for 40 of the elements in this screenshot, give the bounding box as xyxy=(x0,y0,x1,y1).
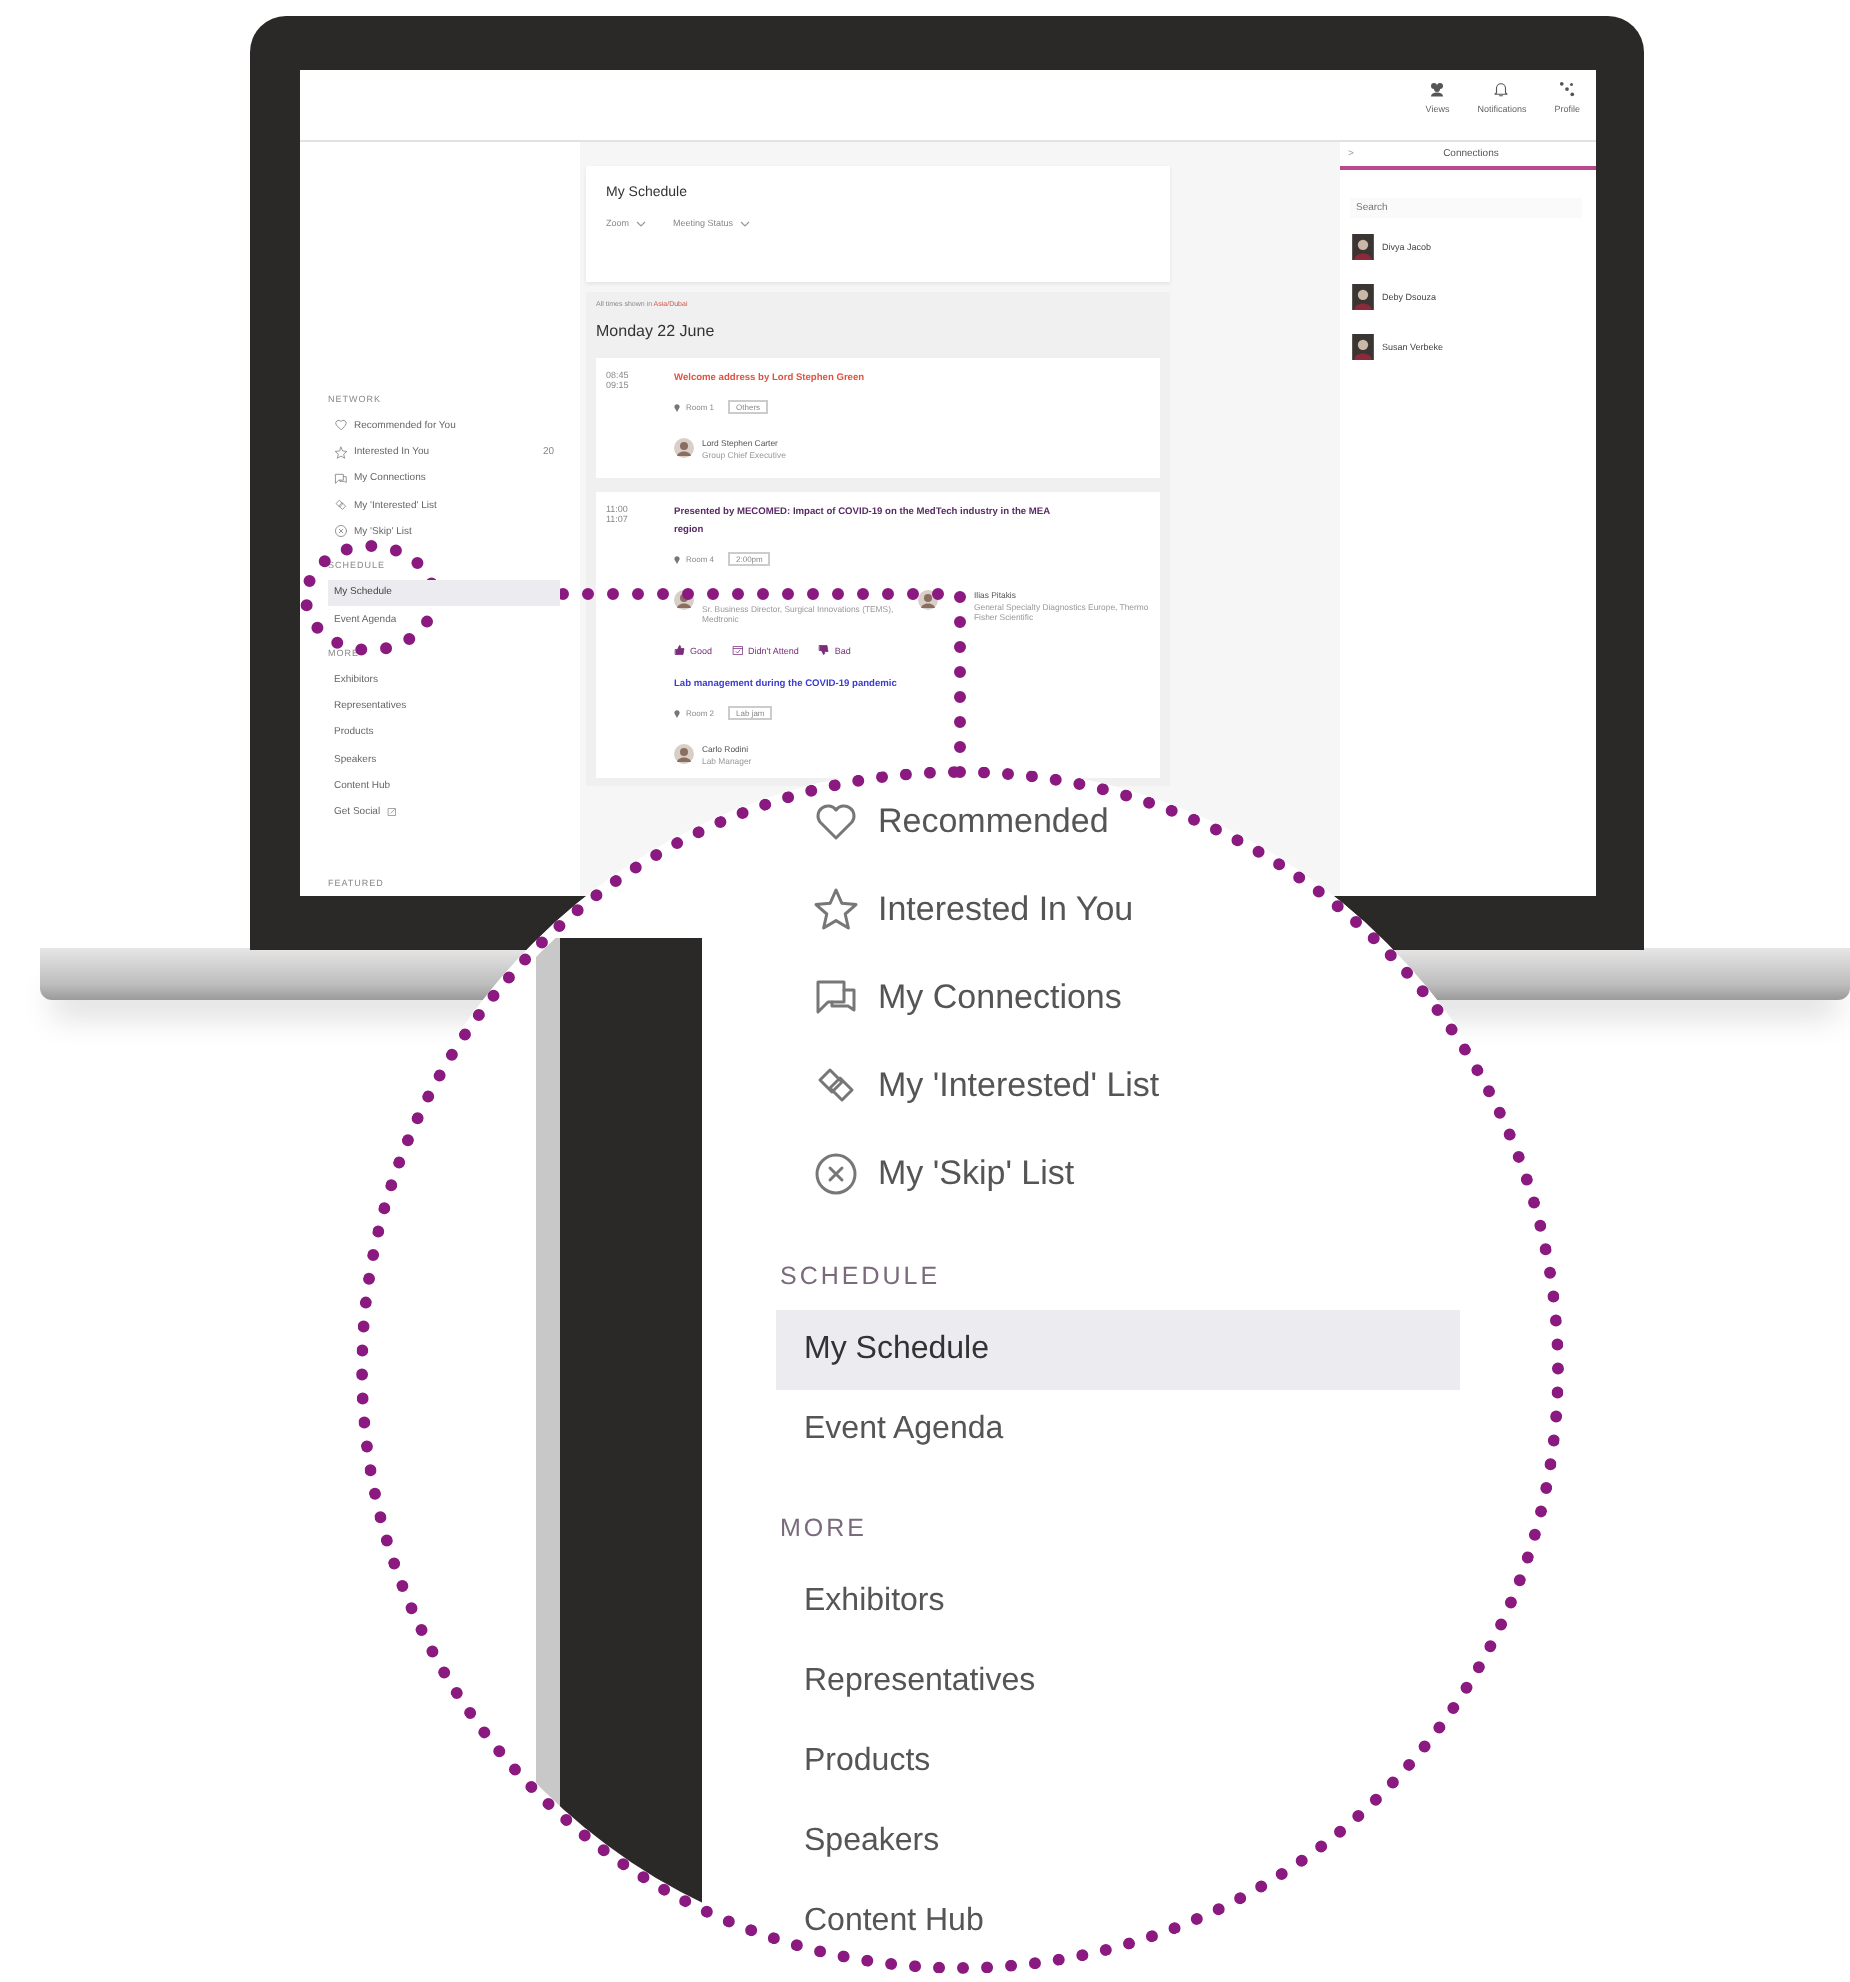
avatar xyxy=(1352,334,1374,360)
sidebar-item[interactable]: Recommended xyxy=(776,778,1460,866)
sidebar-item[interactable]: Content Hub xyxy=(776,1882,1460,1962)
sidebar-item[interactable]: Representatives xyxy=(776,1642,1460,1722)
sidebar-item[interactable]: Interested In You xyxy=(776,866,1460,954)
close-circle-icon xyxy=(334,524,348,539)
section-heading: MORE xyxy=(778,1512,869,1546)
avatar xyxy=(1352,234,1374,260)
pin-icon xyxy=(674,403,680,412)
sidebar-item[interactable]: Event Agenda xyxy=(776,1390,1460,1470)
people-icon xyxy=(1428,80,1447,98)
bell-icon xyxy=(1492,80,1511,98)
sidebar-item[interactable]: Products xyxy=(776,1722,1460,1802)
external-link-icon xyxy=(386,806,399,819)
sidebar-item[interactable]: My 'Skip' List xyxy=(776,1130,1460,1218)
sidebar-item[interactable]: Exhibitors xyxy=(776,1562,1460,1642)
chevron-down-icon xyxy=(635,219,646,227)
thumbs-down-icon xyxy=(818,644,831,657)
sidebar-item[interactable]: My Schedule xyxy=(776,1310,1460,1390)
chat-bubbles-icon xyxy=(334,471,348,486)
calendar-check-icon xyxy=(732,644,745,657)
avatar xyxy=(674,590,694,611)
avatar xyxy=(1352,284,1374,310)
network-icon xyxy=(1558,80,1577,98)
pin-icon xyxy=(674,709,680,718)
sidebar-item[interactable]: Speakers xyxy=(776,1802,1460,1882)
avatar xyxy=(918,590,938,611)
section-heading: SCHEDULE xyxy=(778,1260,943,1294)
sidebar-item[interactable]: My Connections xyxy=(776,954,1460,1042)
avatar xyxy=(674,438,694,459)
heart-icon xyxy=(334,418,348,433)
star-icon xyxy=(334,445,348,460)
close-circle-icon xyxy=(812,1150,860,1198)
pin-icon xyxy=(674,555,680,564)
chevron-down-icon xyxy=(739,219,750,227)
star-icon xyxy=(812,886,860,934)
avatar xyxy=(674,744,694,765)
thumbs-up-icon xyxy=(674,644,686,657)
sidebar-item[interactable]: My 'Interested' List xyxy=(776,1042,1460,1130)
date-heading: Monday 22 June xyxy=(596,322,717,340)
